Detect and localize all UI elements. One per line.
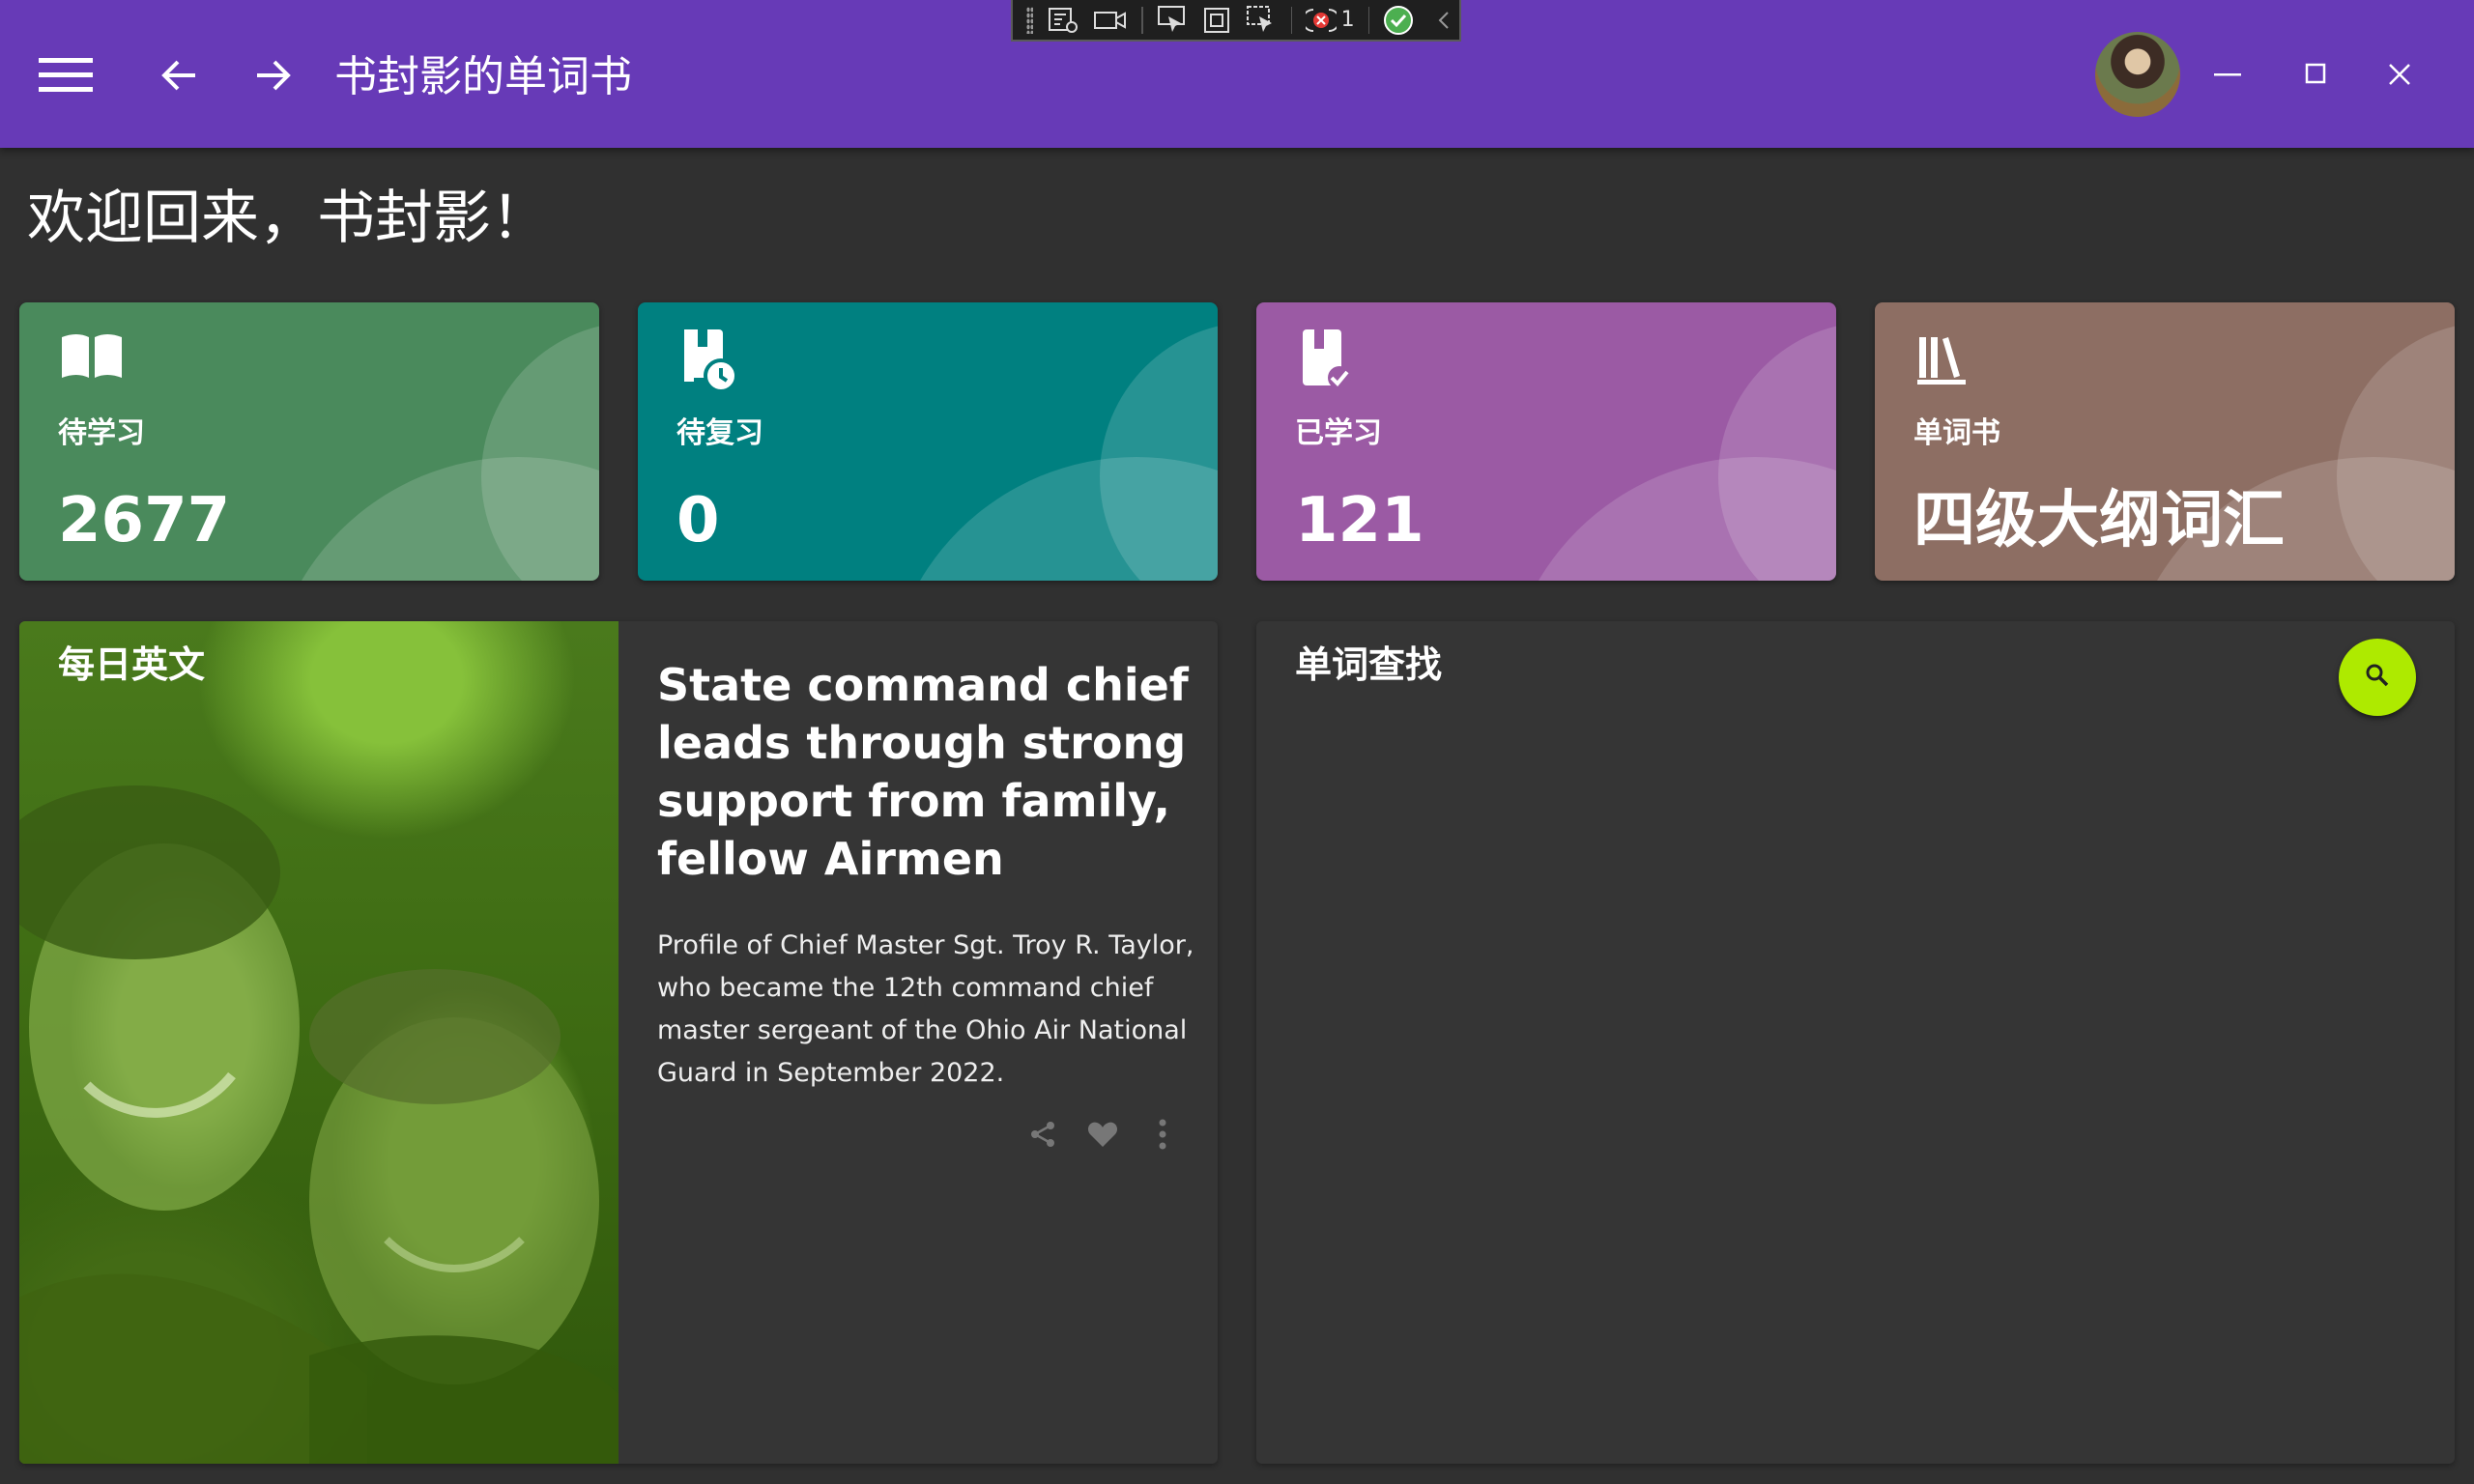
binding-failures-icon[interactable] <box>1306 5 1338 36</box>
bookmark-check-icon <box>1295 328 1372 405</box>
video-record-icon[interactable] <box>1093 5 1128 36</box>
daily-news-photo: 每日英文 <box>19 621 618 1464</box>
card-value: 2677 <box>58 485 231 556</box>
arrow-back-icon[interactable] <box>141 37 218 114</box>
card-label: 已学习 <box>1295 416 1382 450</box>
card-to-review[interactable]: 待复习 0 <box>638 302 1218 581</box>
news-summary: Profile of Chief Master Sgt. Troy R. Tay… <box>657 930 1194 1088</box>
share-icon[interactable] <box>1024 1116 1061 1153</box>
more-vert-icon[interactable] <box>1144 1116 1181 1153</box>
card-label: 待学习 <box>58 416 145 450</box>
binding-failures-count: 1 <box>1340 8 1355 32</box>
grip-handle[interactable] <box>1026 6 1033 34</box>
daily-english-panel: 每日英文 State command chief leads through s… <box>19 621 1218 1464</box>
news-actions <box>1024 1116 1181 1153</box>
arrow-forward-icon[interactable] <box>234 37 311 114</box>
display-layout-adorners-icon[interactable] <box>1201 5 1232 36</box>
bookmark-clock-icon <box>676 328 754 405</box>
bookshelf-icon <box>1913 328 1991 405</box>
toolbar-separator <box>1367 6 1370 34</box>
word-search-panel: 单词查找 <box>1256 621 2455 1464</box>
hamburger-menu-icon[interactable] <box>27 37 104 114</box>
card-wordbook[interactable]: 单词书 四级大纲词汇 <box>1875 302 2455 581</box>
open-book-icon <box>58 328 135 405</box>
word-search-title: 单词查找 <box>1295 643 1443 686</box>
welcome-heading: 欢迎回来，书封影！ <box>27 185 549 252</box>
collapse-chevron-icon[interactable] <box>1428 5 1459 36</box>
search-icon <box>2365 663 2390 692</box>
heart-icon[interactable] <box>1084 1116 1121 1153</box>
search-button[interactable] <box>2339 639 2416 716</box>
select-element-icon[interactable] <box>1157 5 1188 36</box>
card-to-learn[interactable]: 待学习 2677 <box>19 302 599 581</box>
track-focus-icon[interactable] <box>1246 5 1277 36</box>
app-title: 书封影的单词书 <box>334 52 632 101</box>
card-label: 待复习 <box>676 416 763 450</box>
minimize-icon[interactable] <box>2190 37 2265 112</box>
maximize-icon[interactable] <box>2279 37 2354 112</box>
card-value: 121 <box>1295 485 1424 556</box>
toolbar-separator <box>1140 6 1143 34</box>
hot-reload-ok-icon[interactable] <box>1383 5 1414 36</box>
news-headline[interactable]: State command chief leads through strong… <box>657 656 1198 888</box>
card-value: 0 <box>676 485 720 556</box>
toolbar-separator <box>1290 6 1293 34</box>
card-learned[interactable]: 已学习 121 <box>1256 302 1836 581</box>
debug-toolbar: 1 <box>1011 0 1461 42</box>
card-value: 四级大纲词汇 <box>1913 485 2285 556</box>
live-visual-tree-icon[interactable] <box>1047 5 1079 36</box>
user-avatar[interactable] <box>2095 32 2180 117</box>
daily-english-title: 每日英文 <box>58 643 206 686</box>
close-icon[interactable] <box>2362 37 2437 112</box>
card-label: 单词书 <box>1913 416 2000 450</box>
